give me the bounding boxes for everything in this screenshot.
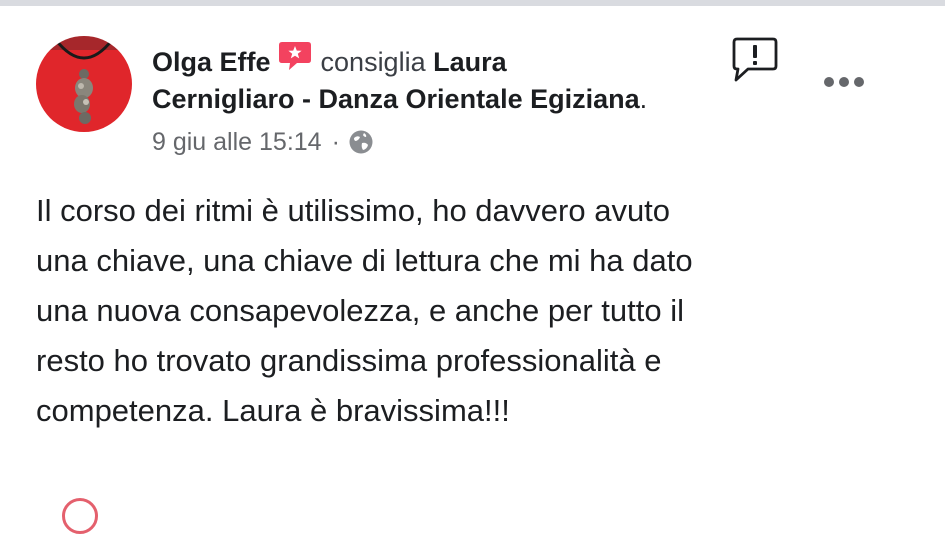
page-name-suffix: . — [639, 84, 648, 114]
post-meta: 9 giu alle 15:14 · — [152, 126, 374, 158]
page-name-line1[interactable]: Laura — [433, 47, 507, 77]
post-body-line: Il corso dei ritmi è utilissimo, ho davv… — [36, 193, 671, 228]
report-icon[interactable] — [730, 36, 780, 84]
meta-separator: · — [331, 128, 340, 156]
timestamp[interactable]: 9 giu alle 15:14 — [152, 126, 322, 158]
post-body-line: resto ho trovato grandissima professiona… — [36, 343, 662, 378]
globe-icon[interactable] — [348, 129, 374, 155]
post-body-line: una chiave, una chiave di lettura che mi… — [36, 243, 693, 278]
post-body-line: una nuova consapevolezza, e anche per tu… — [36, 293, 685, 328]
page-name-line2[interactable]: Cernigliaro - Danza Orientale Egiziana — [152, 84, 640, 114]
post-body: Il corso dei ritmi è utilissimo, ho davv… — [36, 186, 916, 436]
post-header: Olga Effe consiglia Laura Cernigliaro - … — [152, 42, 732, 117]
post-body-line: competenza. Laura è bravissima!!! — [36, 393, 510, 428]
avatar-image — [36, 36, 132, 132]
next-avatar-edge — [62, 498, 98, 534]
top-divider — [0, 0, 945, 6]
author-name[interactable]: Olga Effe — [152, 47, 271, 77]
avatar[interactable] — [36, 36, 132, 132]
more-options-icon[interactable] — [822, 70, 866, 94]
recommends-verb: consiglia — [320, 47, 426, 77]
recommend-badge-icon — [277, 40, 313, 81]
